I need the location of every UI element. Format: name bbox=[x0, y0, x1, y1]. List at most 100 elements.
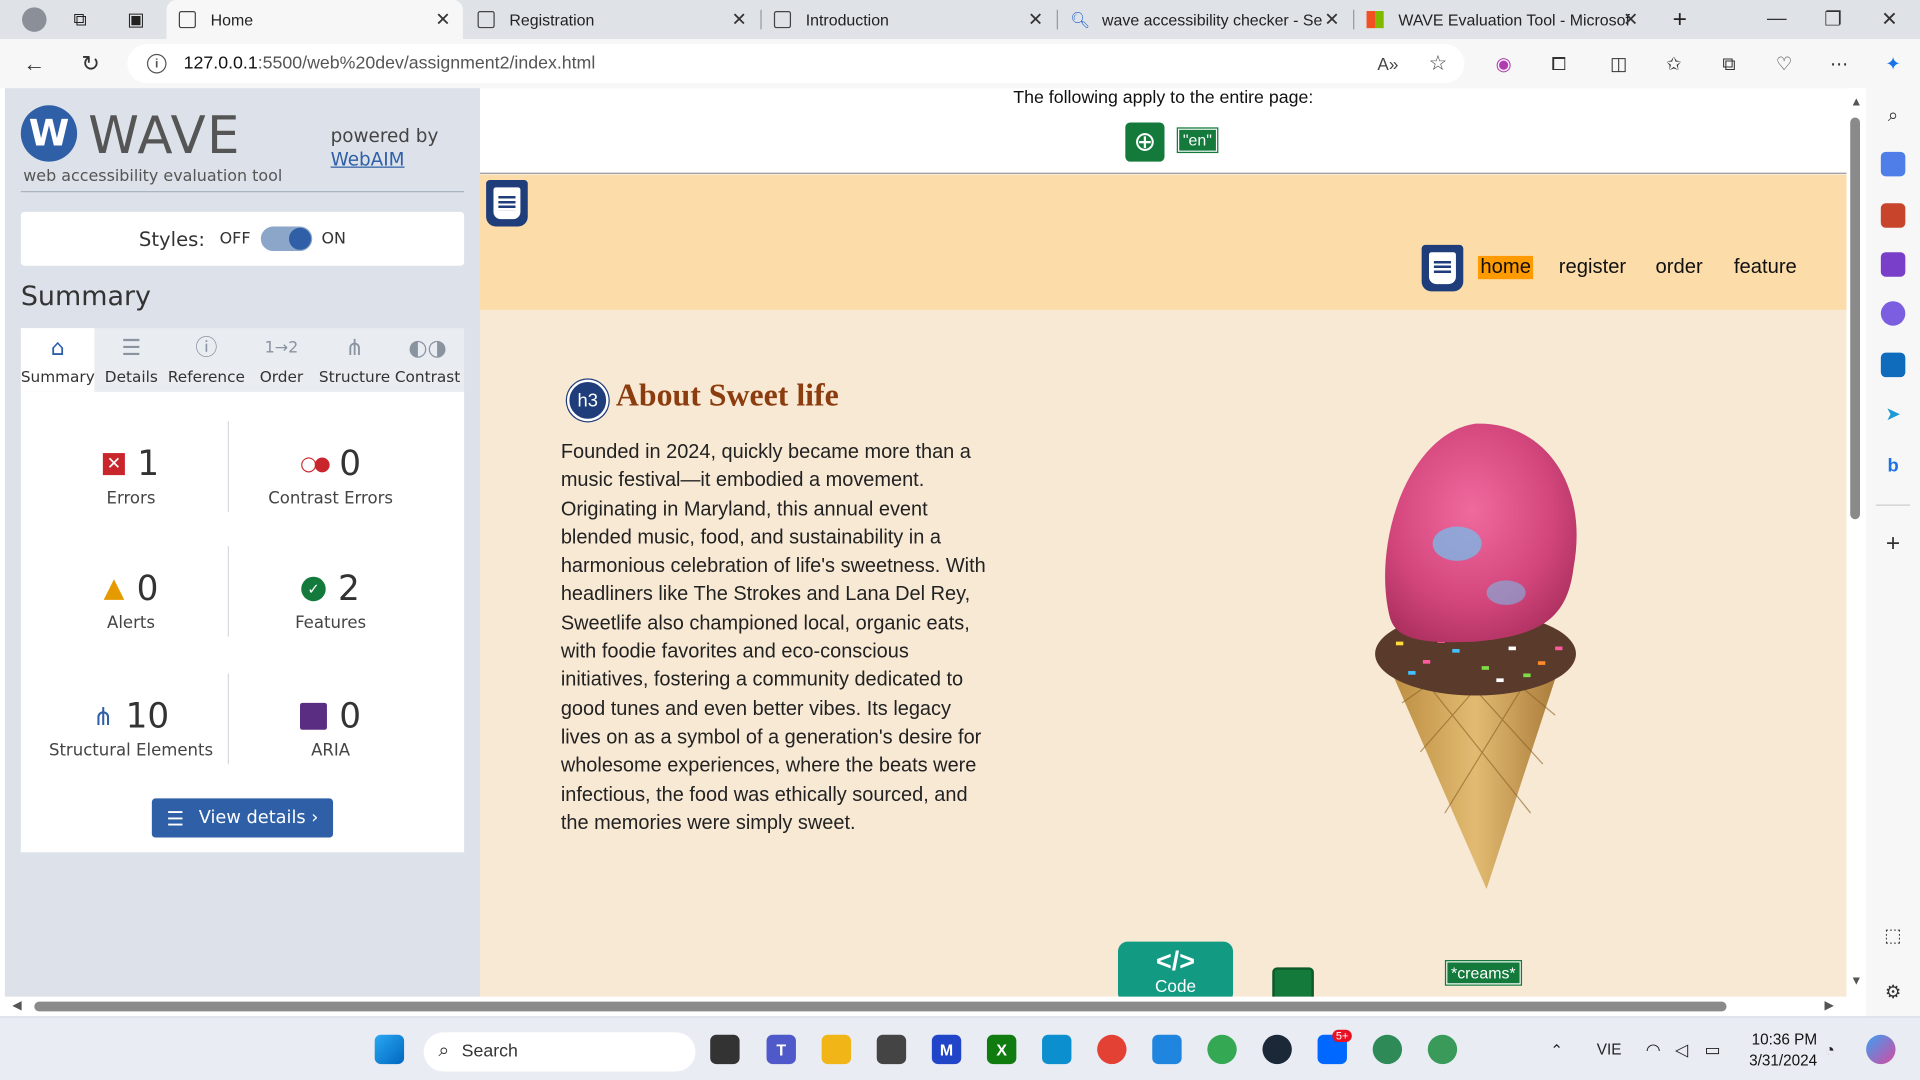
image-feature-icon[interactable] bbox=[1272, 967, 1314, 997]
notification-bell-icon[interactable]: ◔ bbox=[1825, 1018, 1835, 1080]
new-tab-button[interactable]: + bbox=[1660, 0, 1697, 39]
scroll-down-arrow-icon[interactable]: ▼ bbox=[1850, 975, 1862, 988]
task-view-icon[interactable] bbox=[710, 1034, 740, 1065]
app-icon[interactable]: M bbox=[931, 1034, 962, 1065]
add-icon[interactable]: + bbox=[1881, 530, 1905, 557]
contrast-errors-stat[interactable]: ○● 0 Contrast Errors bbox=[227, 443, 435, 508]
steam-icon[interactable] bbox=[1262, 1034, 1292, 1065]
restore-button[interactable]: ❐ bbox=[1805, 0, 1861, 39]
nav-register-link[interactable]: register bbox=[1559, 256, 1626, 279]
features-stat[interactable]: ✓ 2 Features bbox=[227, 568, 435, 633]
volume-icon[interactable]: ◁ bbox=[1675, 1018, 1688, 1080]
browser-essentials-icon[interactable]: ♡ bbox=[1772, 51, 1796, 75]
outlook-icon[interactable] bbox=[1880, 352, 1906, 378]
info-icon[interactable]: i bbox=[146, 53, 167, 74]
teams-icon[interactable]: T bbox=[766, 1034, 796, 1065]
chrome-icon[interactable] bbox=[1097, 1034, 1127, 1065]
microsoft-365-icon[interactable] bbox=[1880, 301, 1906, 326]
xbox-icon[interactable]: X bbox=[986, 1034, 1017, 1065]
close-icon[interactable]: ✕ bbox=[1623, 9, 1638, 31]
settings-gear-icon[interactable]: ⚙ bbox=[1881, 980, 1905, 1004]
tab-wave-search[interactable]: 🔍︎ wave accessibility checker - Sear ✕ bbox=[1058, 0, 1352, 39]
close-window-button[interactable]: ✕ bbox=[1861, 0, 1917, 39]
lang-badge[interactable]: "en" bbox=[1176, 127, 1219, 154]
taskbar-search-box[interactable]: ⌕ Search bbox=[423, 1032, 696, 1072]
more-options-icon[interactable]: ⋯ bbox=[1827, 51, 1851, 75]
nav-feature-link[interactable]: feature bbox=[1734, 256, 1797, 279]
tools-icon[interactable] bbox=[1880, 203, 1906, 228]
nav-home-link[interactable]: home bbox=[1477, 255, 1534, 280]
address-bar[interactable]: i 127.0.0.1:5500/web%20dev/assignment2/i… bbox=[127, 44, 1465, 84]
tab-contrast[interactable]: ◐◑ Contrast bbox=[391, 328, 464, 392]
shopping-icon[interactable] bbox=[1880, 151, 1906, 177]
alt-text-badge[interactable]: *creams* bbox=[1444, 960, 1522, 986]
vertical-scroll-thumb[interactable] bbox=[1850, 117, 1861, 520]
copilot-icon[interactable]: ✦ bbox=[1881, 51, 1905, 75]
copilot-taskbar-icon[interactable] bbox=[1866, 1034, 1896, 1065]
bing-icon[interactable]: b bbox=[1881, 453, 1905, 477]
errors-stat[interactable]: ✕ 1 Errors bbox=[27, 443, 235, 508]
tab-registration[interactable]: Registration ✕ bbox=[465, 0, 759, 39]
back-arrow-icon[interactable]: ← bbox=[20, 49, 49, 78]
vertical-scrollbar[interactable]: ▲ ▼ bbox=[1846, 88, 1867, 997]
send-icon[interactable]: ➤ bbox=[1881, 402, 1905, 426]
close-icon[interactable]: ✕ bbox=[435, 9, 450, 31]
styles-toggle[interactable] bbox=[260, 226, 312, 252]
tab-order[interactable]: 1→2 Order bbox=[245, 328, 318, 392]
scroll-up-arrow-icon[interactable]: ▲ bbox=[1850, 96, 1862, 109]
language-globe-icon[interactable]: ⊕ bbox=[1125, 122, 1165, 162]
battery-icon[interactable]: ▭ bbox=[1705, 1018, 1721, 1080]
alerts-stat[interactable]: ▲ 0 Alerts bbox=[27, 568, 235, 633]
workspaces-icon[interactable]: ⧉ bbox=[61, 0, 98, 39]
tab-reference[interactable]: ⓘ Reference bbox=[168, 328, 245, 392]
horizontal-scrollbar[interactable]: ◀ ▶ bbox=[0, 996, 1847, 1017]
nav-order-link[interactable]: order bbox=[1656, 256, 1703, 279]
games-icon[interactable] bbox=[1880, 252, 1906, 277]
vscode-icon[interactable] bbox=[1152, 1034, 1182, 1065]
h3-heading-icon[interactable]: h3 bbox=[566, 379, 609, 422]
extensions-icon[interactable]: ⧠ bbox=[1547, 51, 1571, 75]
wifi-icon[interactable]: ◠ bbox=[1646, 1018, 1661, 1080]
tab-summary[interactable]: ⌂ Summary bbox=[20, 328, 95, 392]
favorites-icon[interactable]: ✩ bbox=[1662, 51, 1686, 75]
edge-icon[interactable] bbox=[1042, 1034, 1072, 1065]
chrome-profile-icon[interactable] bbox=[1207, 1034, 1237, 1065]
profile-avatar[interactable] bbox=[10, 0, 47, 39]
unity-icon[interactable] bbox=[876, 1034, 907, 1065]
tab-home[interactable]: Home ✕ bbox=[166, 0, 463, 40]
scroll-right-arrow-icon[interactable]: ▶ bbox=[1825, 999, 1834, 1012]
language-indicator[interactable]: VIE bbox=[1597, 1018, 1622, 1080]
taskbar-clock[interactable]: 10:36 PM 3/31/2024 bbox=[1736, 1030, 1817, 1072]
aria-stat[interactable]: 0 ARIA bbox=[227, 696, 435, 760]
favorite-star-icon[interactable]: ☆ bbox=[1429, 51, 1448, 75]
split-screen-icon[interactable]: ◫ bbox=[1607, 51, 1631, 75]
tab-actions-icon[interactable]: ▣ bbox=[115, 0, 152, 39]
scroll-left-arrow-icon[interactable]: ◀ bbox=[12, 999, 21, 1012]
header-landmark-icon[interactable] bbox=[486, 180, 528, 227]
webaim-link[interactable]: WebAIM bbox=[331, 148, 405, 170]
close-icon[interactable]: ✕ bbox=[732, 9, 747, 31]
read-aloud-icon[interactable]: A» bbox=[1377, 54, 1398, 74]
code-icon[interactable]: </> Code bbox=[1117, 941, 1234, 997]
windows-start-icon[interactable] bbox=[374, 1034, 405, 1065]
screenshot-icon[interactable]: ⬚ bbox=[1881, 923, 1905, 947]
collections-icon[interactable]: ⧉ bbox=[1717, 51, 1741, 75]
minimize-button[interactable]: — bbox=[1749, 0, 1805, 39]
tab-introduction[interactable]: Introduction ✕ bbox=[762, 0, 1056, 39]
network-app-icon[interactable] bbox=[1427, 1034, 1458, 1065]
tab-wave-store[interactable]: WAVE Evaluation Tool - Microsof ✕ bbox=[1354, 0, 1650, 39]
close-icon[interactable]: ✕ bbox=[1324, 9, 1339, 31]
structural-elements-stat[interactable]: ⋔ 10 Structural Elements bbox=[27, 696, 235, 761]
nav-landmark-icon[interactable] bbox=[1421, 244, 1464, 292]
refresh-icon[interactable]: ↻ bbox=[76, 49, 105, 78]
search-icon[interactable]: ⌕ bbox=[1881, 103, 1905, 127]
show-hidden-icons-chevron-icon[interactable]: ⌃ bbox=[1550, 1018, 1563, 1080]
horizontal-scroll-thumb[interactable] bbox=[34, 1001, 1727, 1012]
globe-app-icon[interactable] bbox=[1372, 1034, 1403, 1065]
file-explorer-icon[interactable] bbox=[821, 1034, 852, 1065]
broadcast-icon[interactable]: ◉ bbox=[1491, 51, 1515, 75]
tab-details[interactable]: ☰ Details bbox=[95, 328, 168, 392]
close-icon[interactable]: ✕ bbox=[1028, 9, 1043, 31]
tab-structure[interactable]: ⋔ Structure bbox=[318, 328, 391, 392]
view-details-button[interactable]: ☰ View details › bbox=[151, 798, 334, 838]
